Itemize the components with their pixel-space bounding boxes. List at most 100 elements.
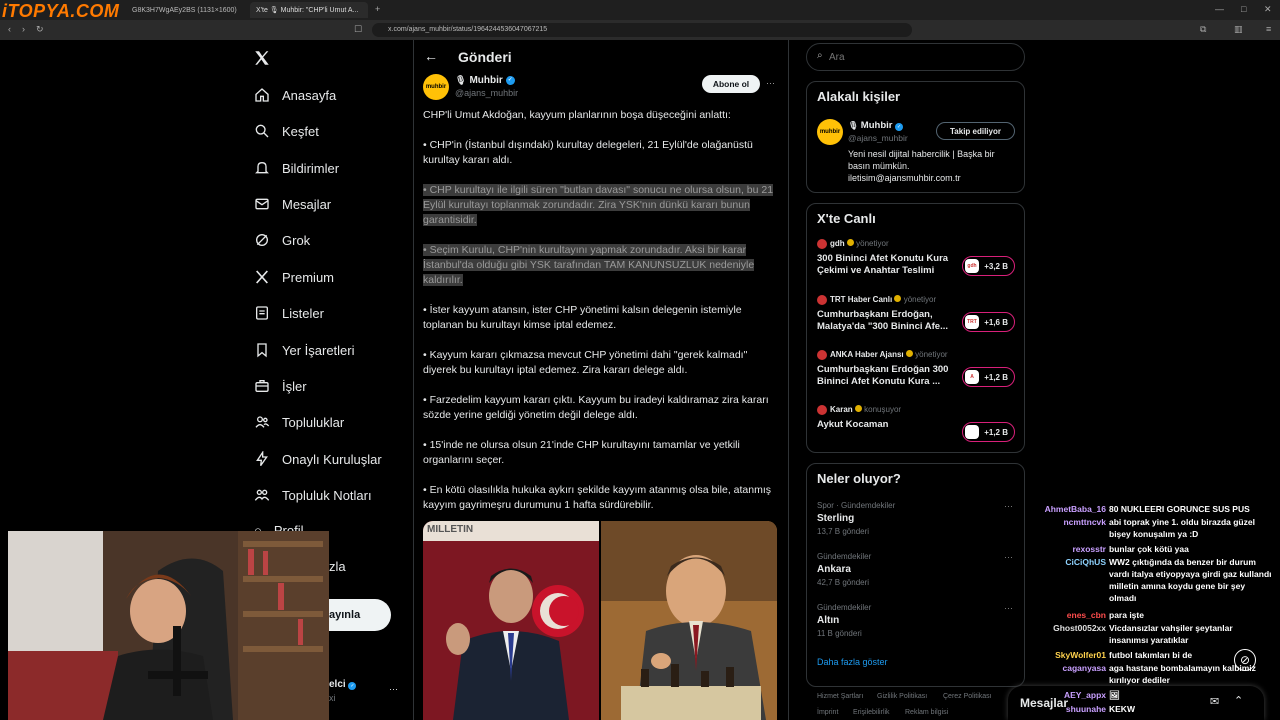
mail-icon [255,198,269,210]
briefcase-icon [255,380,269,392]
search-input[interactable] [829,48,1009,66]
minimize-icon[interactable]: — [1215,4,1224,14]
browser-tab-active[interactable]: X'te 🎙 Muhbir: "CHP'li Umut A... [250,2,368,18]
chat-username: CiCiQhUS [1065,557,1106,567]
nav-item-label: Anasayfa [282,87,337,103]
browser-tab-bar: G8K3H7WgAEy2BS (1131×1600) X'te 🎙 Muhbir… [0,0,1280,20]
nav-item-5[interactable]: Premium [254,263,334,291]
live-title[interactable]: 300 Bininci Afet Konutu Kura Çekimi ve A… [817,253,957,277]
back-icon[interactable]: ‹ [8,24,11,34]
footer-link[interactable]: Çerez Politikası [943,693,992,700]
follow-button[interactable]: Takip ediliyor [936,122,1015,140]
post-paragraph: • İster kayyum atansın, ister CHP yöneti… [423,304,742,331]
chat-username: AhmetBaba_16 [1044,504,1106,514]
live-listeners-pill[interactable]: TRT +1,6 B [962,312,1015,332]
live-title[interactable]: Cumhurbaşkanı Erdoğan, Malatya'da "300 B… [817,309,957,333]
post-more-icon[interactable]: ··· [766,78,775,88]
footer-link[interactable]: İmprint [817,709,838,716]
microphone-icon: 🎙 [455,75,467,85]
trend-name[interactable]: Sterling [817,513,854,524]
image-caption: MILLETIN [427,524,474,535]
nav-item-8[interactable]: İşler [254,372,307,400]
live-listeners-pill[interactable]: +1,2 B [962,422,1015,442]
x-icon [256,270,268,284]
live-title[interactable]: Aykut Kocaman [817,419,957,431]
related-handle[interactable]: @ajans_muhbir [848,133,908,143]
sidebar-icon[interactable]: ▥ [1234,24,1243,35]
chat-text: Vicdansızlar vahşiler şeytanlar insanıms… [1109,623,1233,645]
footer-link[interactable]: Gizlilik Politikası [877,693,927,700]
x-logo-icon[interactable] [253,49,271,67]
url-field[interactable]: x.com/ajans_muhbir/status/19642445360470… [372,23,912,37]
nav-item-9[interactable]: Topluluklar [254,408,344,436]
new-tab-button[interactable]: + [375,4,380,14]
trend-more-icon[interactable]: ··· [1004,501,1013,511]
live-host-name: gdh [830,239,845,248]
trends-title: Neler oluyor? [817,471,901,486]
live-host-avatar[interactable] [817,405,827,415]
extensions-icon[interactable]: ⧉ [1200,24,1206,35]
live-badge [965,425,979,439]
post-image-right[interactable] [601,521,777,720]
live-count: +1,2 B [984,427,1008,437]
live-host-row[interactable]: Karan konuşuyor [830,405,901,414]
live-host-role: yönetiyor [915,350,948,359]
nav-item-1[interactable]: Keşfet [254,117,319,145]
trend-more-icon[interactable]: ··· [1004,552,1013,562]
nav-item-6[interactable]: Listeler [254,299,324,327]
trend-name[interactable]: Ankara [817,564,851,575]
nav-item-10[interactable]: Onaylı Kuruluşlar [254,445,382,473]
nav-item-more-partial[interactable]: zla [329,559,346,574]
bookmark-icon[interactable]: ☐ [354,24,362,35]
live-listeners-pill[interactable]: gdh +3,2 B [962,256,1015,276]
author-name[interactable]: 🎙 Muhbir ✓ [455,75,515,86]
browser-tab[interactable]: G8K3H7WgAEy2BS (1131×1600) [126,2,246,18]
search-bar[interactable]: ⌕ [806,43,1025,71]
account-more-icon[interactable]: ··· [389,684,398,694]
related-name[interactable]: 🎙 Muhbir ✓ [848,120,904,131]
author-avatar[interactable]: muhbir [423,74,449,100]
show-more-link[interactable]: Daha fazla göster [817,657,888,667]
nav-item-4[interactable]: Grok [254,226,310,254]
reload-icon[interactable]: ↻ [36,24,44,35]
chat-message: enes_cbn para işte [1036,609,1276,621]
trend-count: 42,7 B gönderi [817,578,870,587]
live-host-avatar[interactable] [817,239,827,249]
trend-name[interactable]: Altın [817,615,839,626]
author-handle[interactable]: @ajans_muhbir [455,88,518,98]
nav-item-0[interactable]: Anasayfa [254,81,336,109]
live-host-row[interactable]: gdh yönetiyor [830,239,889,248]
nav-item-label: Keşfet [282,123,319,139]
footer-link[interactable]: Reklam bilgisi [905,709,948,716]
live-host-row[interactable]: ANKA Haber Ajansı yönetiyor [830,350,948,359]
back-arrow-icon[interactable]: ← [424,48,438,64]
close-icon[interactable]: ✕ [1264,4,1272,15]
live-host-row[interactable]: TRT Haber Canlı yönetiyor [830,295,936,304]
post-button-partial[interactable]: ayınla [329,599,391,631]
live-title[interactable]: Cumhurbaşkanı Erdoğan 300 Bininci Afet K… [817,364,957,388]
menu-icon[interactable]: ≡ [1266,24,1271,34]
live-listeners-pill[interactable]: A +1,2 B [962,367,1015,387]
live-host-avatar[interactable] [817,295,827,305]
footer-link[interactable]: Hizmet Şartları [817,693,863,700]
related-avatar[interactable]: muhbir [817,119,843,145]
post-image-left[interactable]: MILLETIN [423,521,599,720]
nav-item-2[interactable]: Bildirimler [254,154,339,182]
nav-item-7[interactable]: Yer İşaretleri [254,336,355,364]
subscribe-button[interactable]: Abone ol [702,75,760,93]
footer-link[interactable]: Erişilebilirlik [853,709,890,716]
live-host-avatar[interactable] [817,350,827,360]
post-paragraph: • 15'inde ne olursa olsun 21'inde CHP ku… [423,439,740,466]
nav-item-11[interactable]: Topluluk Notları [254,481,372,509]
maximize-icon[interactable]: □ [1241,4,1246,14]
notes-icon [254,489,270,501]
account-name-partial[interactable]: elci ✓ [329,679,357,690]
live-host-name: TRT Haber Canlı [830,295,893,304]
grok-floating-icon[interactable]: ⊘ [1234,649,1256,671]
related-bio: Yeni nesil dijital habercilik | Başka bi… [848,149,995,183]
nav-item-3[interactable]: Mesajlar [254,190,331,218]
trend-more-icon[interactable]: ··· [1004,603,1013,613]
verified-badge-icon: ✓ [348,682,357,690]
forward-icon[interactable]: › [22,24,25,34]
chat-text: para işte [1109,610,1144,620]
